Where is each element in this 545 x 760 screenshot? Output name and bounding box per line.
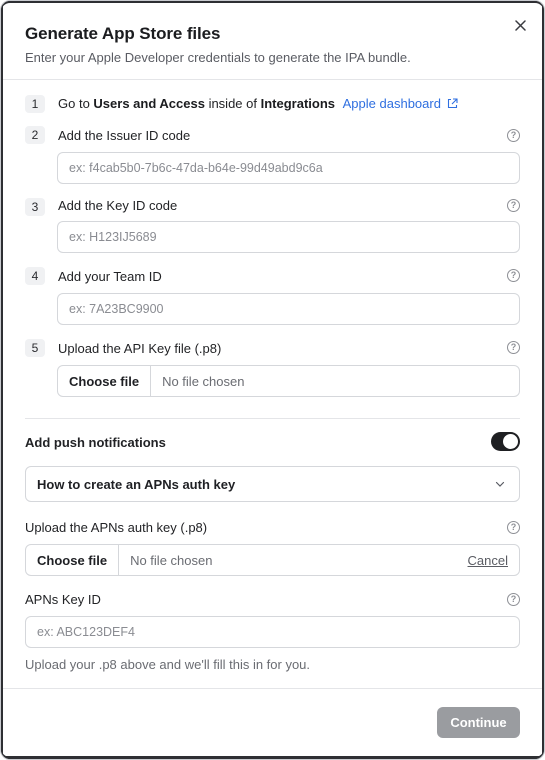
toggle-knob bbox=[503, 434, 518, 449]
apns-file-input[interactable]: Choose file No file chosen Cancel bbox=[25, 544, 520, 576]
integrations-text: Integrations bbox=[260, 96, 336, 111]
apple-dashboard-link[interactable]: Apple dashboard bbox=[343, 96, 458, 111]
footer-divider bbox=[3, 688, 542, 689]
team-id-input[interactable] bbox=[57, 293, 520, 325]
key-id-label: Add the Key ID code bbox=[58, 198, 178, 213]
choose-file-button[interactable]: Choose file bbox=[58, 366, 152, 396]
file-status: No file chosen bbox=[130, 552, 213, 568]
apns-hint-text: Upload your .p8 above and we'll fill thi… bbox=[25, 657, 311, 672]
apns-key-id-label: APNs Key ID bbox=[25, 592, 101, 607]
file-status: No file chosen bbox=[162, 373, 245, 389]
close-button[interactable] bbox=[509, 14, 531, 36]
cancel-link[interactable]: Cancel bbox=[468, 553, 519, 568]
push-notifications-label: Add push notifications bbox=[25, 435, 166, 450]
section-divider bbox=[25, 418, 520, 419]
apns-help-accordion[interactable]: How to create an APNs auth key bbox=[25, 466, 520, 502]
step-1-instruction: Go to Users and Access inside of Integra… bbox=[58, 96, 458, 111]
step-1-text-mid: inside of bbox=[204, 96, 261, 111]
help-circle-icon[interactable]: ? bbox=[507, 521, 520, 534]
step-1-text: Go to bbox=[58, 96, 94, 111]
api-key-file-label: Upload the API Key file (.p8) bbox=[58, 341, 222, 356]
help-circle-icon[interactable]: ? bbox=[507, 593, 520, 606]
step-number: 4 bbox=[25, 267, 45, 285]
dialog-subtitle: Enter your Apple Developer credentials t… bbox=[25, 50, 411, 65]
users-and-access-text: Users and Access bbox=[93, 96, 205, 111]
header-divider bbox=[3, 79, 542, 80]
help-circle-icon[interactable]: ? bbox=[507, 129, 520, 142]
step-number: 2 bbox=[25, 126, 45, 144]
api-key-file-input[interactable]: Choose file No file chosen bbox=[57, 365, 520, 397]
choose-file-button[interactable]: Choose file bbox=[26, 545, 120, 575]
key-id-input[interactable] bbox=[57, 221, 520, 253]
step-number: 3 bbox=[25, 198, 45, 216]
help-circle-icon[interactable]: ? bbox=[507, 199, 520, 212]
apns-key-id-input[interactable] bbox=[25, 616, 520, 648]
dialog-header: Generate App Store files Enter your Appl… bbox=[25, 24, 494, 65]
accordion-label: How to create an APNs auth key bbox=[37, 476, 236, 492]
issuer-id-input[interactable] bbox=[57, 152, 520, 184]
step-number: 1 bbox=[25, 95, 45, 113]
continue-button[interactable]: Continue bbox=[437, 707, 520, 738]
team-id-label: Add your Team ID bbox=[58, 269, 162, 284]
frame-top bbox=[1, 1, 544, 3]
apns-upload-label: Upload the APNs auth key (.p8) bbox=[25, 520, 208, 535]
push-notifications-toggle[interactable] bbox=[491, 432, 520, 451]
chevron-down-icon bbox=[495, 481, 505, 487]
external-link-icon bbox=[447, 98, 458, 109]
dialog-title: Generate App Store files bbox=[25, 24, 221, 43]
frame-left bbox=[1, 1, 3, 759]
issuer-id-label: Add the Issuer ID code bbox=[58, 128, 191, 143]
close-icon bbox=[514, 19, 526, 31]
frame-bottom bbox=[1, 756, 544, 759]
help-circle-icon[interactable]: ? bbox=[507, 269, 520, 282]
step-number: 5 bbox=[25, 339, 45, 357]
apple-dashboard-link-label: Apple dashboard bbox=[342, 96, 441, 111]
frame-right bbox=[542, 1, 544, 759]
generate-app-store-dialog: Generate App Store files Enter your Appl… bbox=[0, 0, 545, 760]
help-circle-icon[interactable]: ? bbox=[507, 341, 520, 354]
